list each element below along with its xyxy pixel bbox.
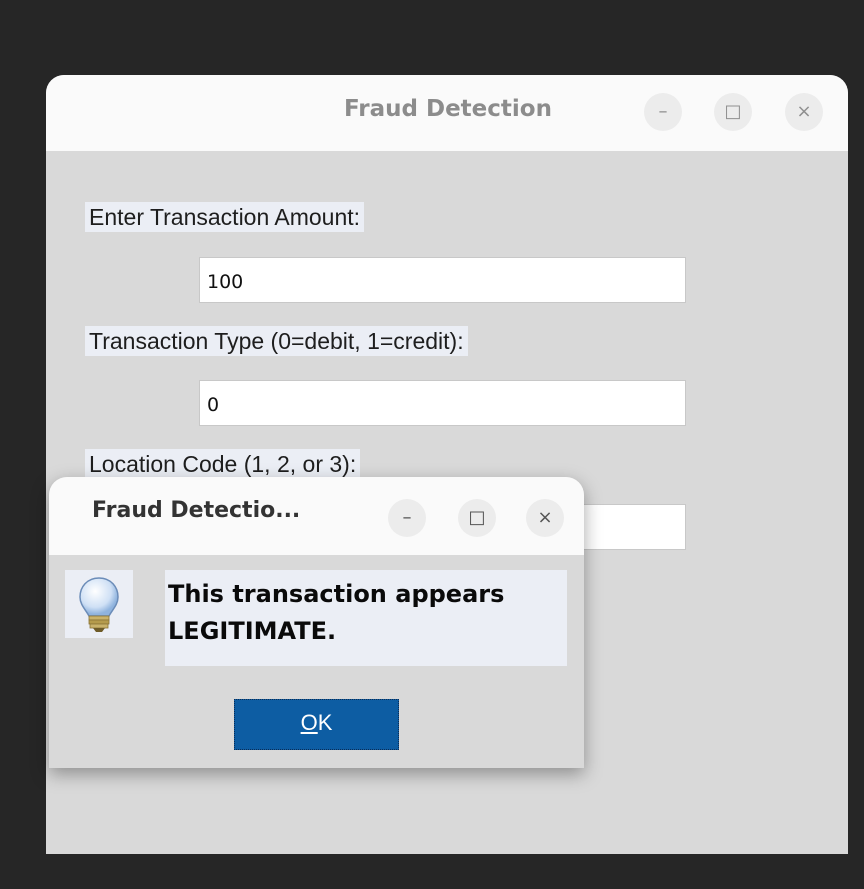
- dialog-title: Fraud Detectio...: [92, 498, 301, 523]
- message-line-2: LEGITIMATE.: [168, 617, 337, 645]
- lightbulb-icon: [65, 570, 133, 638]
- type-label: Transaction Type (0=debit, 1=credit):: [85, 326, 468, 356]
- amount-input[interactable]: 100: [199, 257, 686, 303]
- minimize-button[interactable]: –: [644, 93, 682, 131]
- ok-label-rest: K: [317, 710, 333, 735]
- ok-button[interactable]: OK: [234, 699, 399, 750]
- dialog-message: This transaction appears LEGITIMATE.: [165, 570, 567, 666]
- type-input[interactable]: 0: [199, 380, 686, 426]
- location-label: Location Code (1, 2, or 3):: [85, 449, 361, 479]
- amount-label: Enter Transaction Amount:: [85, 202, 365, 232]
- dialog-close-button[interactable]: ×: [526, 499, 564, 537]
- dialog-minimize-button[interactable]: –: [388, 499, 426, 537]
- close-button[interactable]: ×: [785, 93, 823, 131]
- titlebar[interactable]: Fraud Detection – □ ×: [46, 75, 848, 151]
- dialog-titlebar[interactable]: Fraud Detectio... – □ ×: [49, 477, 584, 555]
- maximize-button[interactable]: □: [714, 93, 752, 131]
- message-line-1: This transaction appears: [168, 580, 505, 608]
- dialog-maximize-button[interactable]: □: [458, 499, 496, 537]
- ok-mnemonic: O: [300, 710, 318, 735]
- message-dialog: Fraud Detectio... – □ × This transaction…: [49, 477, 584, 768]
